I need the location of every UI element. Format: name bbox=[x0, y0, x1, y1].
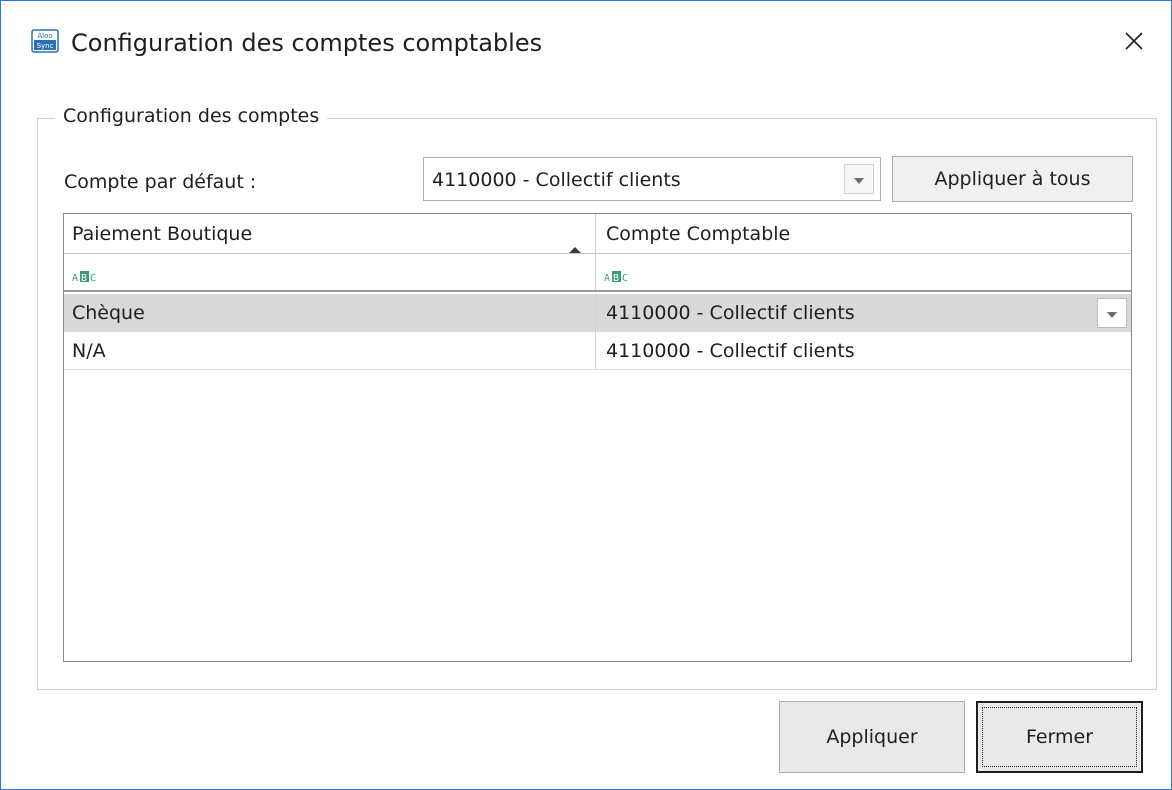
default-account-label: Compte par défaut : bbox=[64, 171, 257, 193]
text-filter-icon: A B C bbox=[604, 266, 630, 288]
svg-text:A: A bbox=[72, 273, 78, 283]
groupbox-legend: Configuration des comptes bbox=[55, 105, 328, 127]
close-dialog-button-label: Fermer bbox=[1025, 726, 1094, 748]
chevron-down-icon bbox=[853, 170, 865, 189]
svg-text:A: A bbox=[604, 273, 610, 283]
column-header-label: Compte Comptable bbox=[606, 223, 791, 245]
focus-rectangle: Fermer bbox=[982, 707, 1137, 767]
text-filter-icon: A B C bbox=[72, 266, 98, 288]
close-icon bbox=[1124, 31, 1144, 55]
payment-cell[interactable]: Chèque bbox=[64, 294, 596, 331]
sort-ascending-icon bbox=[567, 229, 583, 253]
account-cell[interactable]: 4110000 - Collectif clients bbox=[596, 332, 1131, 369]
svg-text:Aloo: Aloo bbox=[37, 32, 52, 40]
filter-cell-account[interactable]: A B C bbox=[596, 254, 1131, 290]
table-row[interactable]: N/A 4110000 - Collectif clients bbox=[64, 332, 1131, 370]
payment-accounts-grid: Paiement Boutique Compte Comptable A B C bbox=[63, 213, 1132, 662]
dialog-window: Aloo Sync Configuration des comptes comp… bbox=[0, 0, 1172, 790]
close-button[interactable] bbox=[1109, 19, 1159, 67]
grid-header-row: Paiement Boutique Compte Comptable bbox=[64, 214, 1131, 254]
svg-text:B: B bbox=[613, 273, 619, 283]
close-dialog-button[interactable]: Fermer bbox=[976, 701, 1143, 773]
apply-button[interactable]: Appliquer bbox=[779, 701, 965, 773]
account-cell-value: 4110000 - Collectif clients bbox=[606, 302, 855, 324]
svg-text:C: C bbox=[90, 273, 96, 283]
apply-to-all-button[interactable]: Appliquer à tous bbox=[892, 156, 1133, 202]
title-bar[interactable]: Aloo Sync Configuration des comptes comp… bbox=[1, 1, 1171, 87]
account-cell-dropdown-button[interactable] bbox=[1097, 298, 1127, 328]
svg-text:B: B bbox=[81, 273, 87, 283]
chevron-down-icon bbox=[1106, 294, 1118, 331]
default-account-dropdown-button[interactable] bbox=[844, 164, 874, 194]
column-header-payment[interactable]: Paiement Boutique bbox=[64, 214, 596, 253]
window-title: Configuration des comptes comptables bbox=[71, 29, 543, 57]
account-cell[interactable]: 4110000 - Collectif clients bbox=[596, 294, 1131, 331]
default-account-value: 4110000 - Collectif clients bbox=[432, 169, 681, 191]
payment-cell[interactable]: N/A bbox=[64, 332, 596, 369]
table-row[interactable]: Chèque 4110000 - Collectif clients bbox=[64, 294, 1131, 332]
column-header-label: Paiement Boutique bbox=[72, 223, 253, 245]
app-logo-icon: Aloo Sync bbox=[31, 29, 59, 53]
svg-text:Sync: Sync bbox=[37, 42, 54, 50]
column-header-account[interactable]: Compte Comptable bbox=[596, 214, 1131, 253]
svg-text:C: C bbox=[622, 273, 628, 283]
filter-cell-payment[interactable]: A B C bbox=[64, 254, 596, 290]
default-account-combobox[interactable]: 4110000 - Collectif clients bbox=[423, 157, 881, 201]
grid-filter-row: A B C A B C bbox=[64, 254, 1131, 292]
